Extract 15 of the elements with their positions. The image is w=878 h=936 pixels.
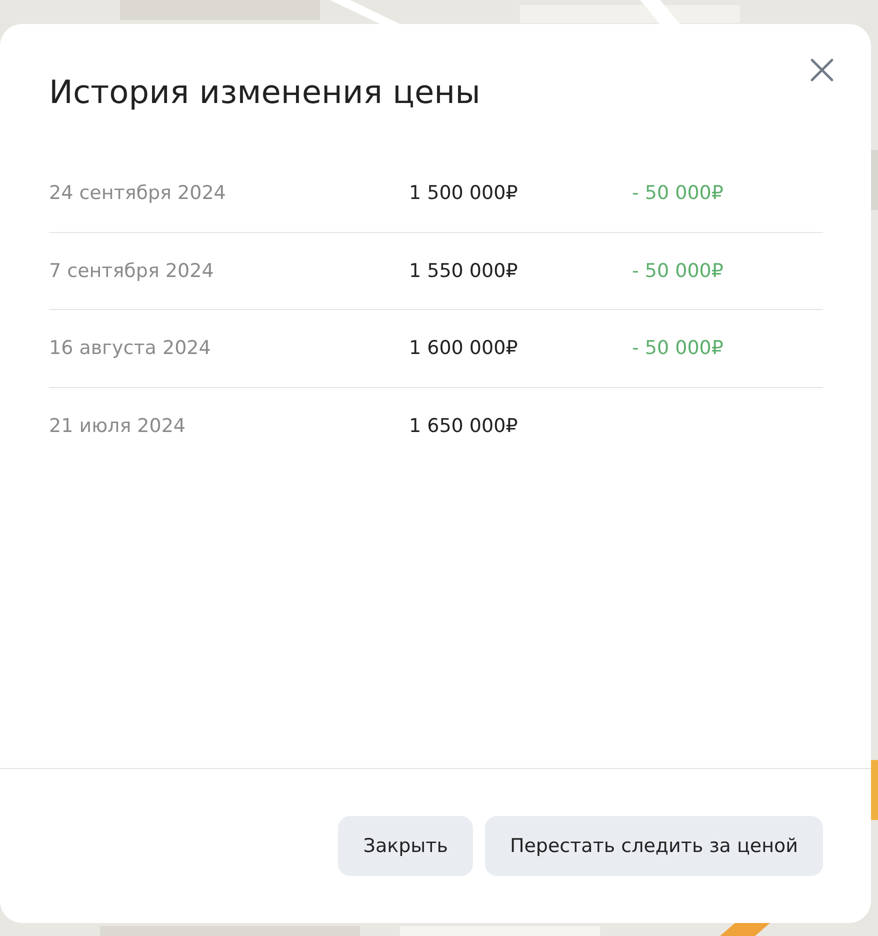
date-text: 24 сентября 2024 [49, 182, 226, 204]
price-change-text: - 50 000₽ [632, 260, 724, 282]
price-text: 1 550 000₽ [409, 260, 518, 282]
price-text: 1 500 000₽ [409, 182, 518, 204]
price-text: 1 600 000₽ [409, 337, 518, 359]
price-change-text: - 50 000₽ [632, 182, 724, 204]
dialog-title: История изменения цены [49, 72, 482, 112]
price-text: 1 650 000₽ [409, 415, 518, 437]
close-icon[interactable] [809, 57, 835, 83]
date-text: 21 июля 2024 [49, 415, 186, 437]
close-button[interactable]: Закрыть [338, 816, 473, 876]
date-text: 16 августа 2024 [49, 337, 211, 359]
date-text: 7 сентября 2024 [49, 260, 214, 282]
price-change-text: - 50 000₽ [632, 337, 724, 359]
unfollow-price-button[interactable]: Перестать следить за ценой [484, 816, 823, 876]
